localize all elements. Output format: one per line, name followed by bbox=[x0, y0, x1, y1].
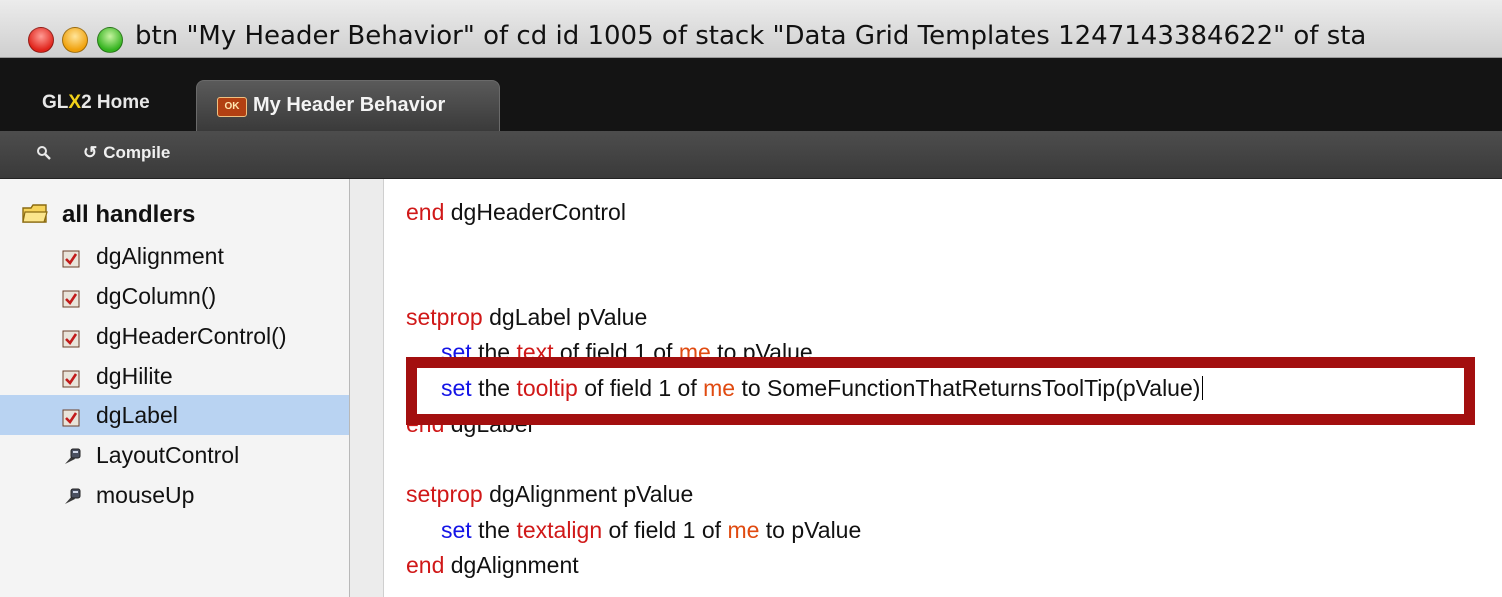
ok-badge-icon: OK bbox=[217, 97, 247, 117]
code-text: of field 1 of bbox=[577, 375, 704, 401]
tab-home-prefix: GL bbox=[42, 92, 69, 113]
handler-label: mouseUp bbox=[96, 482, 195, 508]
minimize-window-button[interactable] bbox=[62, 27, 88, 53]
title-bar: btn "My Header Behavior" of cd id 1005 o… bbox=[0, 0, 1502, 58]
compile-label: Compile bbox=[103, 143, 171, 162]
code-line: set the text of field 1 of me to pValue bbox=[441, 339, 813, 366]
keyword: setprop bbox=[406, 304, 483, 330]
property-name: textalign bbox=[516, 517, 603, 543]
magnifier-icon[interactable] bbox=[36, 145, 54, 163]
property-icon bbox=[62, 327, 80, 348]
handler-list: all handlers dgAlignment dgColumn() dgHe… bbox=[0, 179, 350, 597]
tab-label: My Header Behavior bbox=[253, 94, 446, 116]
code-line: end dgLabel bbox=[406, 411, 533, 438]
property-icon bbox=[62, 247, 80, 268]
keyword: me bbox=[703, 375, 736, 401]
tab-bar: GLX2 Home OK My Header Behavior bbox=[0, 58, 1502, 131]
code-text: the bbox=[471, 375, 517, 401]
close-window-button[interactable] bbox=[28, 27, 54, 53]
code-line: end dgAlignment bbox=[406, 552, 579, 579]
code-line: setprop dgAlignment pValue bbox=[406, 481, 693, 508]
toolbar: ↺ Compile bbox=[0, 131, 1502, 179]
tab-glx2-home[interactable]: GLX2 Home bbox=[42, 92, 150, 114]
handler-label: dgAlignment bbox=[96, 243, 224, 269]
property-icon bbox=[62, 367, 80, 388]
handler-icon bbox=[62, 446, 81, 464]
code-line: set the textalign of field 1 of me to pV… bbox=[441, 517, 861, 544]
handler-item-mouseup[interactable]: mouseUp bbox=[0, 475, 349, 515]
code-editor[interactable]: end dgHeaderControl setprop dgLabel pVal… bbox=[384, 179, 1502, 597]
code-text: dgHeaderControl bbox=[444, 199, 626, 225]
code-text: to SomeFunctionThatReturnsToolTip(pValue… bbox=[735, 375, 1201, 401]
code-text: dgLabel pValue bbox=[482, 304, 648, 330]
property-icon bbox=[62, 287, 80, 308]
keyword: end bbox=[406, 552, 445, 578]
code-text: of field 1 of bbox=[602, 517, 728, 543]
code-line: set the tooltip of field 1 of me to Some… bbox=[441, 375, 1204, 402]
handler-item-dgalignment[interactable]: dgAlignment bbox=[0, 236, 349, 276]
property-name: text bbox=[516, 339, 554, 365]
folder-icon bbox=[22, 203, 48, 223]
property-icon bbox=[62, 406, 80, 427]
handler-icon bbox=[62, 486, 81, 504]
keyword: set bbox=[441, 517, 472, 543]
all-handlers-item[interactable]: all handlers bbox=[22, 201, 195, 229]
tab-my-header-behavior[interactable]: OK My Header Behavior bbox=[196, 80, 500, 131]
tab-home-x: X bbox=[68, 92, 82, 113]
handler-label: dgLabel bbox=[96, 402, 178, 428]
handler-label: dgHilite bbox=[96, 363, 173, 389]
keyword: me bbox=[678, 339, 711, 365]
compile-button[interactable]: ↺ Compile bbox=[83, 143, 170, 163]
code-text: the bbox=[471, 517, 517, 543]
zoom-window-button[interactable] bbox=[97, 27, 123, 53]
keyword: set bbox=[441, 375, 472, 401]
keyword: setprop bbox=[406, 481, 483, 507]
handler-label: LayoutControl bbox=[96, 442, 240, 468]
compile-arrow-icon: ↺ bbox=[83, 143, 98, 162]
code-text: dgAlignment bbox=[444, 552, 579, 578]
handler-label: dgColumn() bbox=[96, 283, 217, 309]
sidebar-splitter[interactable] bbox=[350, 179, 384, 597]
handler-item-dglabel[interactable]: dgLabel bbox=[0, 395, 349, 435]
handler-item-dgcolumn[interactable]: dgColumn() bbox=[0, 276, 349, 316]
code-text: dgAlignment pValue bbox=[482, 481, 694, 507]
code-line: setprop dgLabel pValue bbox=[406, 304, 647, 331]
handler-item-dghilite[interactable]: dgHilite bbox=[0, 356, 349, 396]
code-text: dgLabel bbox=[444, 411, 533, 437]
property-name: tooltip bbox=[516, 375, 578, 401]
tab-home-suffix: 2 Home bbox=[81, 92, 150, 113]
window-title: btn "My Header Behavior" of cd id 1005 o… bbox=[135, 21, 1367, 51]
text-cursor bbox=[1202, 376, 1204, 400]
code-text: of field 1 of bbox=[553, 339, 679, 365]
handler-item-layoutcontrol[interactable]: LayoutControl bbox=[0, 435, 349, 475]
code-text: to pValue bbox=[759, 517, 862, 543]
code-line: end dgHeaderControl bbox=[406, 199, 626, 226]
keyword: me bbox=[727, 517, 760, 543]
code-text: the bbox=[471, 339, 517, 365]
handler-item-dgheadercontrol[interactable]: dgHeaderControl() bbox=[0, 316, 349, 356]
keyword: end bbox=[406, 411, 445, 437]
script-editor-window: btn "My Header Behavior" of cd id 1005 o… bbox=[0, 0, 1502, 597]
all-handlers-label: all handlers bbox=[62, 201, 196, 228]
keyword: set bbox=[441, 339, 472, 365]
code-text: to pValue bbox=[710, 339, 813, 365]
handler-label: dgHeaderControl() bbox=[96, 323, 287, 349]
keyword: end bbox=[406, 199, 445, 225]
